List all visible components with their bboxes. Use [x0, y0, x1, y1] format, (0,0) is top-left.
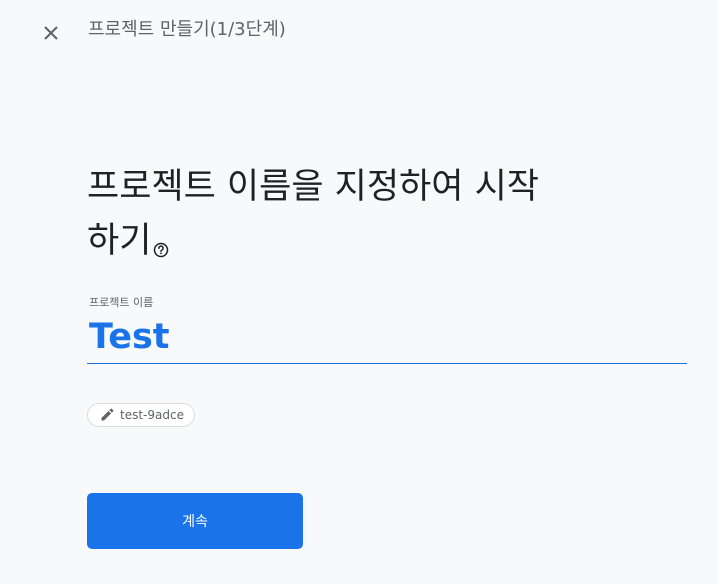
- continue-button[interactable]: 계속: [87, 493, 303, 549]
- heading-block: 프로젝트 이름을 지정하여 시작하기: [87, 160, 557, 268]
- project-name-input[interactable]: [87, 314, 687, 364]
- top-bar: 프로젝트 만들기(1/3단계): [0, 0, 718, 62]
- pencil-icon: [101, 408, 114, 421]
- page-heading: 프로젝트 이름을 지정하여 시작하기: [87, 160, 557, 268]
- help-icon[interactable]: [153, 220, 169, 258]
- step-title: 프로젝트 만들기(1/3단계): [88, 19, 286, 40]
- close-button[interactable]: [36, 18, 66, 48]
- project-name-label: 프로젝트 이름: [89, 296, 154, 309]
- project-id-text: test-9adce: [120, 408, 184, 422]
- project-id-chip[interactable]: test-9adce: [87, 403, 195, 427]
- close-icon: [44, 26, 58, 40]
